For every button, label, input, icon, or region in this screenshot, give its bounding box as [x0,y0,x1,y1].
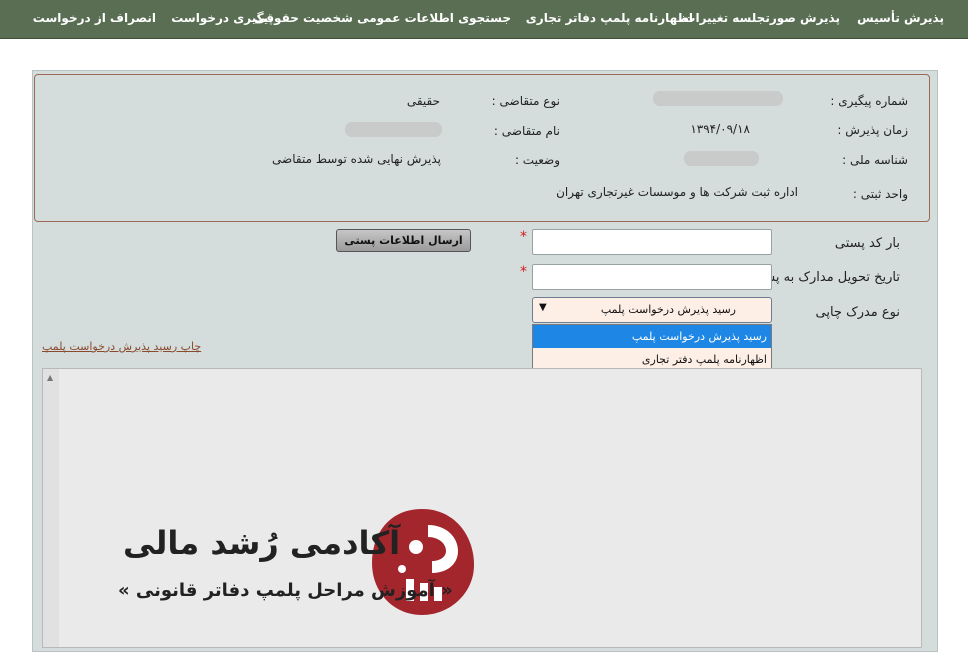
nav-item-cancel-request[interactable]: انصراف از درخواست [33,11,156,25]
doc-type-select[interactable]: رسید پذیرش درخواست پلمپ ▼ [532,297,772,323]
registration-unit-value: اداره ثبت شرکت ها و موسسات غیرتجاری تهرا… [556,185,798,199]
viewer-scrollbar[interactable]: ▲ [43,369,59,647]
status-value: پذیرش نهایی شده توسط متقاضی [272,152,441,166]
nav-item-legal-entity-search[interactable]: جستجوی اطلاعات عمومی شخصیت حقوقی [254,11,511,25]
required-mark: * [520,264,527,280]
delivery-date-label: تاریخ تحویل مدارک به پست [751,270,900,285]
accept-time-value: ۱۳۹۴/۰۹/۱۸ [690,122,750,136]
applicant-type-value: حقیقی [406,94,440,108]
nav-item-change-minutes[interactable]: پذیرش صورتجلسه تغییرات [683,11,840,25]
scroll-up-icon[interactable]: ▲ [47,373,53,382]
postal-barcode-input[interactable] [532,229,772,255]
document-viewer[interactable]: ▲ [42,368,922,648]
applicant-name-label: نام متقاضی : [493,124,560,138]
tracking-number-label: شماره پیگیری : [830,94,908,108]
national-id-redacted [684,151,759,166]
doc-type-option-receipt[interactable]: رسید پذیرش درخواست پلمپ [533,325,771,348]
chevron-down-icon: ▼ [539,302,547,313]
applicant-type-label: نوع متقاضی : [491,94,560,108]
nav-item-ledger-declaration[interactable]: اظهارنامه پلمپ دفاتر تجاری [526,11,693,25]
doc-type-label: نوع مدرک چاپی [815,305,900,320]
nav-item-track-request[interactable]: پیگیری درخواست [171,11,273,25]
nav-item-establishment[interactable]: پذیرش تأسیس [857,11,944,25]
required-mark: * [520,229,527,245]
watermark-title: آکادمی رُشد مالی [123,524,401,562]
send-postal-info-button[interactable]: ارسال اطلاعات پستی [336,229,471,252]
applicant-name-redacted [345,122,442,137]
registration-unit-label: واحد ثبتی : [852,187,908,201]
watermark-subtitle: « آموزش مراحل پلمپ دفاتر قانونی » [118,580,453,601]
doc-type-selected-value: رسید پذیرش درخواست پلمپ [600,303,736,316]
delivery-date-input[interactable] [532,264,772,290]
request-info-box [34,74,930,222]
status-label: وضعیت : [514,153,560,167]
doc-type-dropdown-list: رسید پذیرش درخواست پلمپ اظهارنامه پلمپ د… [532,324,772,372]
top-nav-bar: پذیرش تأسیس پذیرش صورتجلسه تغییرات اظهار… [0,0,968,39]
accept-time-label: زمان پذیرش : [837,123,908,137]
tracking-number-redacted [653,91,783,106]
print-receipt-link[interactable]: چاپ رسید پذیرش درخواست پلمپ [42,340,201,353]
national-id-label: شناسه ملی : [842,153,908,167]
postal-barcode-label: بار کد پستی [834,236,900,251]
